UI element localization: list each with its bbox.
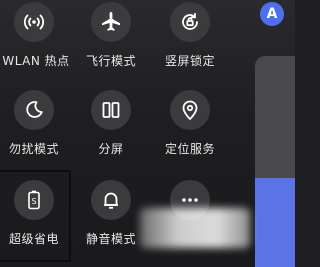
split-screen-icon xyxy=(91,90,131,130)
tile-label: WLAN 热点 xyxy=(2,54,70,68)
blurred-overlay xyxy=(140,208,250,248)
tile-label: 飞行模式 xyxy=(85,54,136,68)
bell-icon xyxy=(91,180,131,220)
tile-label: 超级省电 xyxy=(8,232,59,246)
tile-label: 定位服务 xyxy=(164,142,215,156)
battery-saver-icon: S xyxy=(14,180,54,220)
brightness-slider-fill[interactable] xyxy=(255,178,295,267)
rotation-lock-icon xyxy=(170,2,210,42)
tile-super-power-saving[interactable]: S 超级省电 xyxy=(0,178,69,258)
avatar[interactable]: A xyxy=(260,2,284,26)
tile-wlan-hotspot[interactable]: WLAN 热点 xyxy=(0,0,69,80)
airplane-icon xyxy=(91,2,131,42)
location-icon xyxy=(170,90,210,130)
tile-location[interactable]: 定位服务 xyxy=(155,88,225,168)
moon-icon xyxy=(14,90,54,130)
tile-label: 勿扰模式 xyxy=(8,142,59,156)
tile-label: 分屏 xyxy=(98,142,124,156)
tile-silent-mode[interactable]: 静音模式 xyxy=(76,178,146,258)
tile-label: 静音模式 xyxy=(85,232,136,246)
tile-airplane-mode[interactable]: 飞行模式 xyxy=(76,0,146,80)
hotspot-icon xyxy=(14,2,54,42)
tile-rotation-lock[interactable]: 竖屏锁定 xyxy=(155,0,225,80)
tile-split-screen[interactable]: 分屏 xyxy=(76,88,146,168)
tile-do-not-disturb[interactable]: 勿扰模式 xyxy=(0,88,69,168)
battery-badge: S xyxy=(31,197,36,206)
tile-label: 竖屏锁定 xyxy=(164,54,215,68)
